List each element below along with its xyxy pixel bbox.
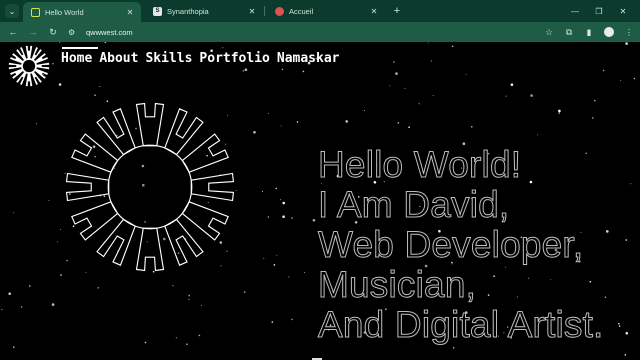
hero-line: I Am David, bbox=[318, 184, 510, 225]
tab-accueil[interactable]: Accueil ✕ bbox=[267, 0, 385, 22]
tab-close-icon[interactable]: ✕ bbox=[247, 7, 257, 16]
page-content: Home About Skills Portfolio Namaskar Hel… bbox=[0, 42, 640, 360]
reload-icon[interactable]: ↻ bbox=[46, 27, 60, 38]
nav-home-link[interactable]: Home bbox=[61, 51, 92, 66]
site-info-icon[interactable]: ⚙ bbox=[68, 28, 80, 37]
nav-active-indicator bbox=[62, 47, 98, 49]
hero-heading: Hello World! I Am David, Web Developer, … bbox=[318, 144, 604, 345]
bookmark-star-icon[interactable]: ☆ bbox=[544, 27, 554, 38]
profile-avatar[interactable] bbox=[604, 27, 614, 37]
nav-namaskar-link[interactable]: Namaskar bbox=[277, 51, 340, 66]
tab-title: Synanthopia bbox=[167, 6, 209, 16]
sidepanel-icon[interactable]: ▮ bbox=[584, 27, 594, 38]
extensions-icon[interactable]: ⧉ bbox=[564, 27, 574, 38]
hero-line: Hello World! bbox=[318, 144, 522, 185]
address-bar[interactable]: ⚙ qwwwest.com bbox=[68, 25, 534, 39]
forward-icon[interactable]: → bbox=[26, 27, 40, 37]
hero-line: Musician, bbox=[318, 264, 477, 305]
tab-close-icon[interactable]: ✕ bbox=[125, 8, 135, 17]
url-text: qwwwest.com bbox=[86, 27, 133, 37]
main-nav: Home About Skills Portfolio Namaskar bbox=[61, 51, 340, 66]
hero-logo-icon bbox=[65, 102, 235, 272]
tab-title: Hello World bbox=[45, 7, 84, 17]
nav-skills-link[interactable]: Skills bbox=[145, 51, 192, 66]
back-icon[interactable]: ← bbox=[6, 27, 20, 37]
menu-icon[interactable]: ⋮ bbox=[624, 27, 634, 38]
tab-favicon-icon: S bbox=[153, 6, 162, 16]
close-window-icon[interactable]: ✕ bbox=[618, 7, 628, 16]
hero-line: Web Developer, bbox=[318, 224, 584, 265]
tab-synanthopia[interactable]: S Synanthopia ✕ bbox=[145, 0, 265, 22]
site-logo-icon[interactable] bbox=[4, 44, 54, 88]
hero-line: And Digital Artist. bbox=[318, 304, 604, 345]
tab-favicon-icon bbox=[275, 6, 284, 16]
tab-separator bbox=[264, 6, 265, 16]
window-controls: — ❐ ✕ bbox=[570, 7, 640, 16]
tab-title: Accueil bbox=[289, 6, 314, 16]
nav-about-link[interactable]: About bbox=[99, 51, 138, 66]
tab-hello-world[interactable]: Hello World ✕ bbox=[23, 2, 141, 22]
minimize-icon[interactable]: — bbox=[570, 7, 580, 16]
tab-search-icon[interactable]: ⌄ bbox=[5, 4, 19, 18]
tab-close-icon[interactable]: ✕ bbox=[369, 7, 379, 16]
browser-tab-bar: ⌄ Hello World ✕ S Synanthopia ✕ Accueil … bbox=[0, 0, 640, 22]
restore-icon[interactable]: ❐ bbox=[594, 7, 604, 16]
new-tab-icon[interactable]: + bbox=[391, 5, 403, 17]
tab-favicon-icon bbox=[31, 7, 40, 17]
nav-portfolio-link[interactable]: Portfolio bbox=[199, 51, 269, 66]
browser-toolbar: ← → ↻ ⚙ qwwwest.com ☆ ⧉ ▮ ⋮ bbox=[0, 22, 640, 42]
